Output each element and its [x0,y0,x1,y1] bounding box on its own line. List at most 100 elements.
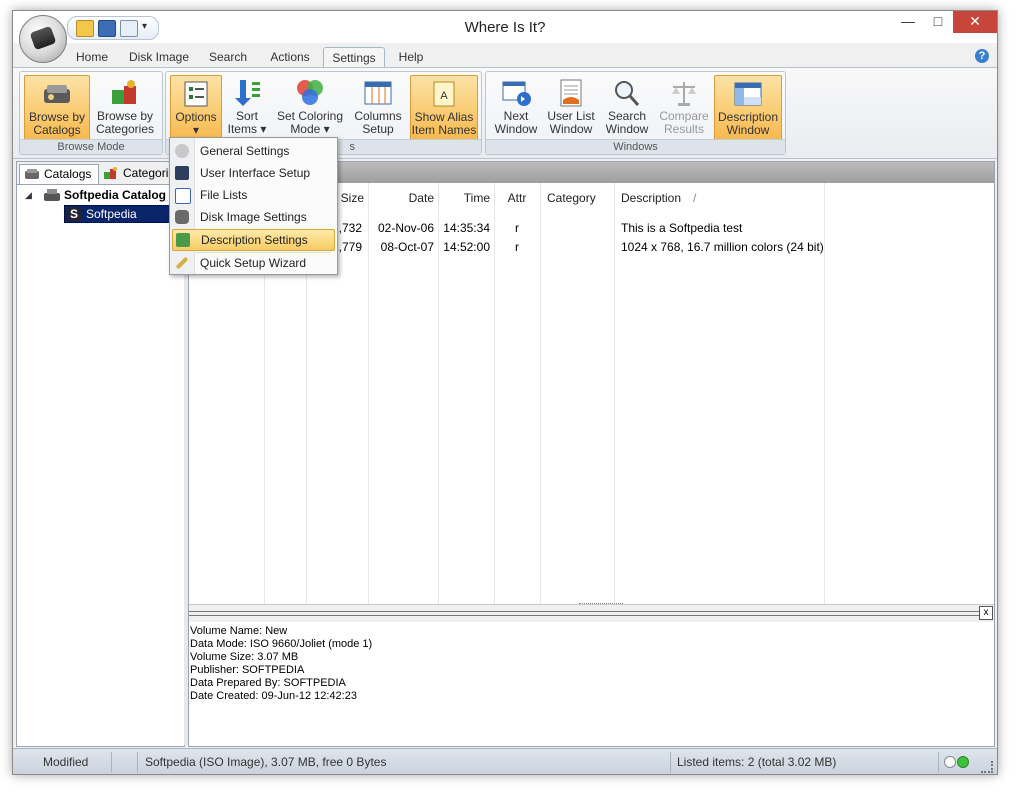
browse-by-categories-button[interactable]: Browse by Categories [92,75,158,139]
wand-icon [175,256,189,270]
menu-item-description-settings[interactable]: Description Settings [172,229,335,251]
info-line-data-prepared-by: Data Prepared By: SOFTPEDIA [190,677,346,689]
menu-item-quick-setup-wizard[interactable]: Quick Setup Wizard [172,253,333,273]
close-button[interactable]: ✕ [953,11,997,33]
options-checklist-icon [184,81,208,107]
ribbon-group-browse-mode: Browse by Catalogs Browse by Categories … [19,71,163,155]
info-line-volume-size: Volume Size: 3.07 MB [190,651,299,663]
svg-text:A: A [440,90,448,102]
menu-item-disk-image-settings[interactable]: Disk Image Settings [172,207,333,227]
cell-description: This is a Softpedia test [621,221,743,235]
categories-icon [112,80,136,104]
sort-indicator-icon: / [693,191,697,205]
catalogs-icon [44,85,70,103]
cell-category [547,219,611,238]
cell-date: 08-Oct-07 [380,240,434,254]
group-label-browse-mode: Browse Mode [20,139,162,154]
help-icon[interactable]: ? [975,49,989,63]
columns-grid-icon [364,81,392,105]
gear-icon [175,144,189,158]
column-header-attr[interactable]: Attr [496,187,538,209]
ribbon-tabs: Home Disk Image Search Actions Settings … [13,44,997,68]
user-list-window-button[interactable]: User List Window [544,75,598,139]
set-coloring-mode-button[interactable]: Set Coloring Mode ▾ [274,75,346,139]
user-list-icon [560,79,582,107]
column-header-time[interactable]: Time [440,187,490,209]
tab-home[interactable]: Home [69,47,115,67]
catalogs-tab-icon [25,169,39,179]
info-panel-close-button[interactable]: x [979,606,993,620]
compare-scale-icon [672,82,696,106]
minimize-button[interactable]: — [893,11,923,33]
status-mode: Modified [43,755,89,769]
cell-time: 14:35:34 [443,221,490,235]
column-header-description[interactable]: Description [621,187,701,209]
sort-items-button[interactable]: Sort Items ▾ [224,75,270,139]
status-ok-icon [957,756,969,768]
color-circles-icon [297,80,323,105]
options-button[interactable]: Options ▾ [170,75,222,141]
info-panel-title-line [189,611,979,616]
cell-attr: r [515,240,519,254]
column-header-date[interactable]: Date [370,187,434,209]
status-bar: Modified Softpedia (ISO Image), 3.07 MB,… [13,748,997,774]
tree-item-label: Softpedia [86,207,137,221]
tab-actions[interactable]: Actions [263,47,317,67]
menu-item-file-lists[interactable]: File Lists [172,185,333,205]
column-header-category[interactable]: Category [547,187,611,209]
splitter-grip-icon [579,603,623,608]
cell-time: 14:52:00 [443,240,490,254]
categories-tab-icon [104,167,117,179]
search-window-button[interactable]: Search Window [600,75,654,139]
title-bar: ▾ Where Is It? — □ ✕ [13,11,997,43]
tab-settings[interactable]: Settings [323,47,385,68]
info-line-publisher: Publisher: SOFTPEDIA [190,664,305,676]
description-window-icon [734,82,762,106]
binoculars-icon [175,210,189,224]
menu-item-user-interface-setup[interactable]: User Interface Setup [172,163,333,183]
alias-note-icon: A [433,81,455,107]
next-window-icon [502,81,531,106]
columns-setup-button[interactable]: Columns Setup [350,75,406,139]
next-window-button[interactable]: Next Window [490,75,542,139]
info-line-data-mode: Data Mode: ISO 9660/Joliet (mode 1) [190,638,373,650]
softpedia-badge-icon: S [67,207,81,221]
list-icon [175,188,191,204]
monitor-icon [175,166,189,180]
app-window: ▾ Where Is It? — □ ✕ Home Disk Image Sea… [12,10,998,775]
tree-item-softpedia[interactable]: S Softpedia [64,205,170,223]
horizontal-splitter[interactable]: x [189,603,994,624]
application-menu-button[interactable] [19,15,67,63]
status-listed-items: Listed items: 2 (total 3.02 MB) [677,755,837,769]
options-menu: General Settings User Interface Setup Fi… [169,137,338,275]
cell-category [547,238,611,257]
tab-catalogs[interactable]: Catalogs [19,164,99,184]
description-window-button[interactable]: Description Window [714,75,782,141]
tree-expander-icon[interactable]: ◢ [25,190,32,201]
info-line-date-created: Date Created: 09-Jun-12 12:42:23 [190,690,357,702]
status-volume-info: Softpedia (ISO Image), 3.07 MB, free 0 B… [145,755,387,769]
tab-help[interactable]: Help [391,47,431,67]
tab-disk-image[interactable]: Disk Image [125,47,193,67]
cell-description: 1024 x 768, 16.7 million colors (24 bit) [621,240,824,254]
status-indicator-icon [944,756,956,768]
info-line-volume-name: Volume Name: New [190,625,288,637]
description-icon [176,233,190,247]
ribbon: Browse by Catalogs Browse by Categories … [13,67,997,159]
maximize-button[interactable]: □ [923,11,953,33]
resize-grip-icon[interactable] [981,761,993,773]
show-alias-item-names-button[interactable]: A Show Alias Item Names [410,75,478,141]
sort-arrows-icon [235,80,260,106]
volume-info-panel: Volume Name: New Data Mode: ISO 9660/Jol… [189,622,994,746]
cell-date: 02-Nov-06 [377,221,434,235]
tree-catalog-softpedia[interactable]: Softpedia Catalog [64,188,166,202]
disc-drive-icon [29,25,57,51]
cell-attr: r [515,221,519,235]
tab-search[interactable]: Search [203,47,253,67]
compare-results-button[interactable]: Compare Results [656,75,712,139]
catalog-tree-pane: Catalogs Categorie ◢ Softpedia Catalog S… [16,161,185,747]
menu-item-general-settings[interactable]: General Settings [172,141,333,161]
browse-by-catalogs-button[interactable]: Browse by Catalogs [24,75,90,141]
group-label-windows: Windows [486,139,785,154]
left-pane-tabs: Catalogs Categorie [17,162,184,185]
